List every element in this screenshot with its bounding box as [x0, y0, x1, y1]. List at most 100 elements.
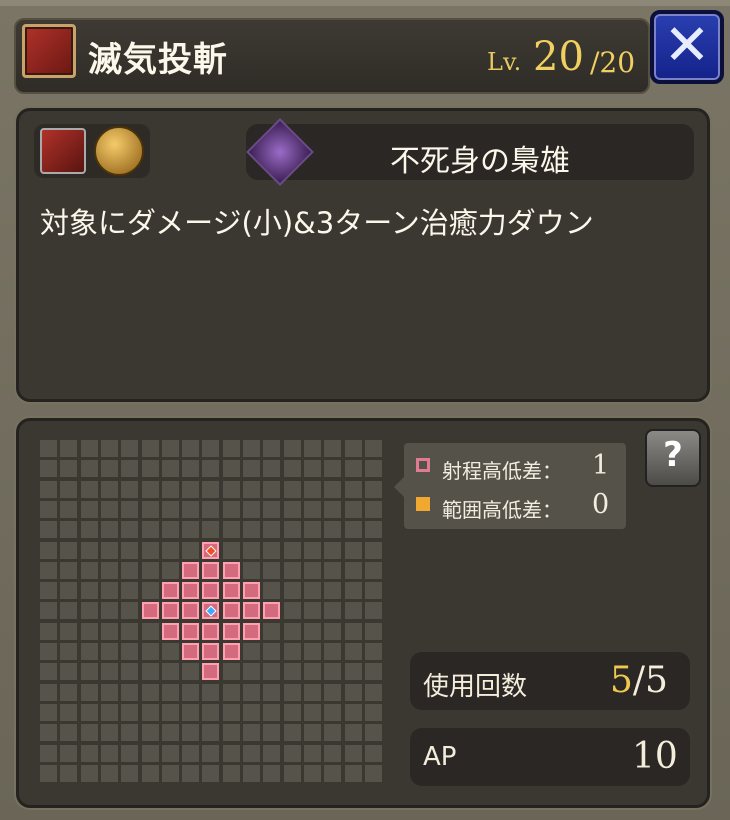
grid-cell [303, 500, 321, 518]
grid-cell [141, 663, 159, 681]
grid-cell [80, 764, 98, 782]
grid-cell [80, 582, 98, 600]
grid-cell [100, 541, 118, 559]
range-cell [202, 643, 220, 660]
grid-cell [40, 622, 57, 640]
grid-cell [40, 643, 57, 660]
range-cell [222, 643, 240, 660]
grid-cell [40, 663, 57, 681]
grid-cell [303, 724, 321, 742]
grid-cell [303, 480, 321, 498]
grid-cell [161, 480, 179, 498]
range-height-value: 1 [592, 450, 610, 481]
grid-cell [121, 622, 139, 640]
grid-cell [344, 480, 362, 498]
grid-cell [202, 460, 220, 478]
target-cell [202, 541, 220, 559]
grid-cell [263, 541, 281, 559]
grid-cell [182, 460, 200, 478]
grid-cell [182, 703, 200, 721]
grid-cell [161, 541, 179, 559]
grid-cell [141, 440, 159, 457]
grid-cell [263, 582, 281, 600]
grid-cell [202, 500, 220, 518]
grid-cell [283, 602, 301, 620]
grid-cell [324, 561, 342, 579]
grid-cell [80, 643, 98, 660]
range-cell [222, 561, 240, 579]
grid-cell [100, 602, 118, 620]
grid-cell [263, 500, 281, 518]
grid-cell [80, 460, 98, 478]
grid-cell [100, 622, 118, 640]
grid-cell [40, 683, 57, 701]
grid-cell [100, 764, 118, 782]
grid-cell [364, 724, 382, 742]
grid-cell [141, 744, 159, 762]
grid-cell [324, 764, 342, 782]
grid-cell [60, 703, 78, 721]
grid-cell [80, 703, 98, 721]
grid-cell [344, 703, 362, 721]
grid-cell [141, 460, 159, 478]
range-cell [202, 602, 220, 620]
range-cell [182, 622, 200, 640]
grid-cell [344, 744, 362, 762]
grid-cell [303, 541, 321, 559]
grid-cell [40, 541, 57, 559]
grid-cell [303, 521, 321, 539]
range-cell [161, 602, 179, 620]
close-button[interactable]: ✕ [650, 10, 724, 84]
grid-cell [80, 602, 98, 620]
grid-cell [364, 480, 382, 498]
grid-cell [364, 460, 382, 478]
grid-cell [141, 764, 159, 782]
grid-cell [121, 521, 139, 539]
user-position-icon [205, 605, 218, 618]
level-prefix: Lv. [487, 48, 522, 76]
grid-cell [344, 602, 362, 620]
grid-cell [283, 703, 301, 721]
skill-slash-icon [22, 24, 76, 78]
grid-cell [222, 460, 240, 478]
grid-cell [60, 460, 78, 478]
grid-cell [161, 561, 179, 579]
range-cell [161, 582, 179, 600]
grid-cell [243, 561, 260, 579]
grid-cell [364, 764, 382, 782]
grid-cell [222, 440, 240, 457]
ap-label: AP [423, 742, 457, 772]
grid-cell [182, 521, 200, 539]
target-marker-icon [205, 544, 218, 557]
grid-cell [303, 683, 321, 701]
range-height-label: 射程高低差： [442, 459, 562, 483]
grid-cell [222, 663, 240, 681]
grid-cell [283, 480, 301, 498]
grid-cell [283, 561, 301, 579]
uses-value: 5/5 [610, 660, 668, 701]
grid-cell [100, 643, 118, 660]
grid-cell [364, 683, 382, 701]
grid-cell [243, 663, 260, 681]
grid-cell [303, 643, 321, 660]
grid-cell [60, 541, 78, 559]
grid-cell [182, 663, 200, 681]
grid-cell [303, 744, 321, 762]
area-height-label: 範囲高低差： [442, 498, 562, 522]
grid-cell [263, 622, 281, 640]
grid-cell [283, 582, 301, 600]
grid-cell [100, 663, 118, 681]
range-cell [202, 582, 220, 600]
grid-cell [40, 460, 57, 478]
grid-cell [303, 663, 321, 681]
grid-cell [283, 622, 301, 640]
grid-cell [80, 500, 98, 518]
grid-cell [364, 643, 382, 660]
grid-cell [100, 724, 118, 742]
grid-cell [141, 622, 159, 640]
grid-cell [121, 744, 139, 762]
grid-cell [40, 500, 57, 518]
grid-cell [222, 744, 240, 762]
help-button[interactable]: ? [645, 429, 701, 487]
grid-cell [344, 663, 362, 681]
